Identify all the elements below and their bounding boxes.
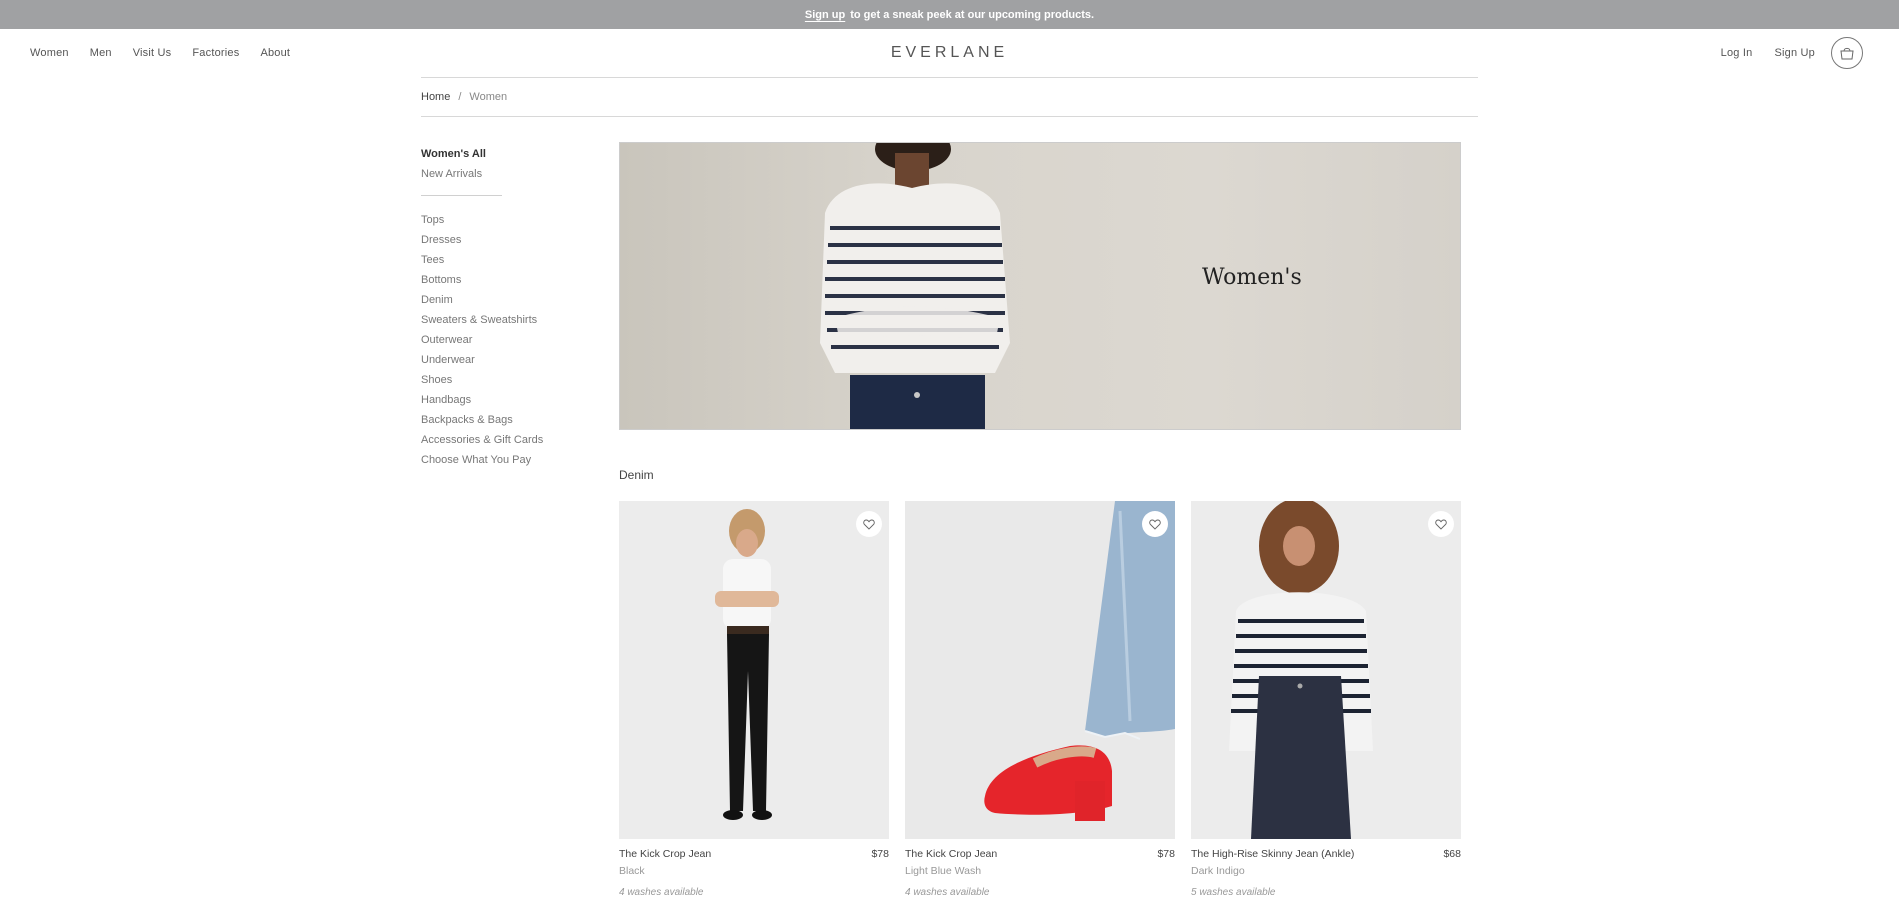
promo-signup-link[interactable]: Sign up xyxy=(805,9,845,21)
product-name[interactable]: The Kick Crop Jean xyxy=(905,848,1175,860)
heart-icon xyxy=(1149,519,1161,530)
top-navigation: Women Men Visit Us Factories About EVERL… xyxy=(0,29,1899,77)
bag-icon xyxy=(1840,47,1854,60)
section-title: Denim xyxy=(619,468,654,482)
brand-logo[interactable]: EVERLANE xyxy=(891,44,1008,61)
login-link[interactable]: Log In xyxy=(1721,47,1753,59)
wishlist-button[interactable] xyxy=(1428,511,1454,537)
nav-factories[interactable]: Factories xyxy=(192,47,239,59)
product-photo-skinny-jean xyxy=(1229,501,1373,839)
sidebar-item-dresses[interactable]: Dresses xyxy=(421,230,561,250)
category-sidebar: Women's All New Arrivals Tops Dresses Te… xyxy=(421,144,561,470)
product-photo-black-jean xyxy=(715,509,779,820)
product-image[interactable] xyxy=(619,501,889,839)
sidebar-item-denim[interactable]: Denim xyxy=(421,290,561,310)
hero-title: Women's xyxy=(1202,265,1302,290)
heart-icon xyxy=(863,519,875,530)
product-image[interactable] xyxy=(1191,501,1461,839)
product-image[interactable] xyxy=(905,501,1175,839)
product-meta: The Kick Crop Jean $78 Black 4 washes av… xyxy=(619,848,889,898)
product-meta: The High-Rise Skinny Jean (Ankle) $68 Da… xyxy=(1191,848,1461,898)
hero-banner: Women's xyxy=(619,142,1461,430)
sidebar-item-outerwear[interactable]: Outerwear xyxy=(421,330,561,350)
product-photo-light-blue-jean xyxy=(984,501,1175,821)
product-washes[interactable]: 5 washes available xyxy=(1191,887,1461,898)
sidebar-item-choose-what-you-pay[interactable]: Choose What You Pay xyxy=(421,450,561,470)
sidebar-item-sweaters[interactable]: Sweaters & Sweatshirts xyxy=(421,310,561,330)
sidebar-item-tees[interactable]: Tees xyxy=(421,250,561,270)
product-name[interactable]: The High-Rise Skinny Jean (Ankle) xyxy=(1191,848,1461,860)
breadcrumb: Home / Women xyxy=(421,77,1478,117)
wishlist-button[interactable] xyxy=(856,511,882,537)
nav-women[interactable]: Women xyxy=(30,47,69,59)
product-price: $68 xyxy=(1443,848,1461,860)
product-card[interactable]: The Kick Crop Jean $78 Black 4 washes av… xyxy=(619,501,889,898)
product-color: Black xyxy=(619,865,645,877)
sidebar-item-accessories[interactable]: Accessories & Gift Cards xyxy=(421,430,561,450)
product-washes[interactable]: 4 washes available xyxy=(619,887,889,898)
product-color: Light Blue Wash xyxy=(905,865,982,877)
nav-right: Log In Sign Up xyxy=(1721,29,1815,77)
product-color: Dark Indigo xyxy=(1191,865,1245,877)
nav-men[interactable]: Men xyxy=(90,47,112,59)
nav-left: Women Men Visit Us Factories About xyxy=(30,29,290,77)
breadcrumb-current: Women xyxy=(469,91,508,103)
nav-about[interactable]: About xyxy=(260,47,290,59)
sidebar-item-womens-all[interactable]: Women's All xyxy=(421,144,561,164)
product-meta: The Kick Crop Jean $78 Light Blue Wash 4… xyxy=(905,848,1175,898)
promo-bar: Sign up to get a sneak peek at our upcom… xyxy=(0,0,1899,29)
heart-icon xyxy=(1435,519,1447,530)
breadcrumb-home[interactable]: Home xyxy=(421,91,450,103)
signup-link[interactable]: Sign Up xyxy=(1774,47,1815,59)
sidebar-item-bottoms[interactable]: Bottoms xyxy=(421,270,561,290)
sidebar-item-handbags[interactable]: Handbags xyxy=(421,390,561,410)
product-card[interactable]: The High-Rise Skinny Jean (Ankle) $68 Da… xyxy=(1191,501,1461,898)
breadcrumb-separator: / xyxy=(458,91,462,103)
product-name[interactable]: The Kick Crop Jean xyxy=(619,848,889,860)
wishlist-button[interactable] xyxy=(1142,511,1168,537)
sidebar-item-backpacks[interactable]: Backpacks & Bags xyxy=(421,410,561,430)
sidebar-divider xyxy=(421,195,502,196)
sidebar-item-underwear[interactable]: Underwear xyxy=(421,350,561,370)
cart-button[interactable] xyxy=(1831,37,1863,69)
product-price: $78 xyxy=(1157,848,1175,860)
hero-model-image xyxy=(820,143,1010,429)
product-card[interactable]: The Kick Crop Jean $78 Light Blue Wash 4… xyxy=(905,501,1175,898)
product-price: $78 xyxy=(871,848,889,860)
sidebar-item-new-arrivals[interactable]: New Arrivals xyxy=(421,164,561,184)
promo-message: to get a sneak peek at our upcoming prod… xyxy=(850,8,1095,21)
product-washes[interactable]: 4 washes available xyxy=(905,887,1175,898)
nav-visit-us[interactable]: Visit Us xyxy=(133,47,172,59)
sidebar-item-tops[interactable]: Tops xyxy=(421,210,561,230)
sidebar-item-shoes[interactable]: Shoes xyxy=(421,370,561,390)
